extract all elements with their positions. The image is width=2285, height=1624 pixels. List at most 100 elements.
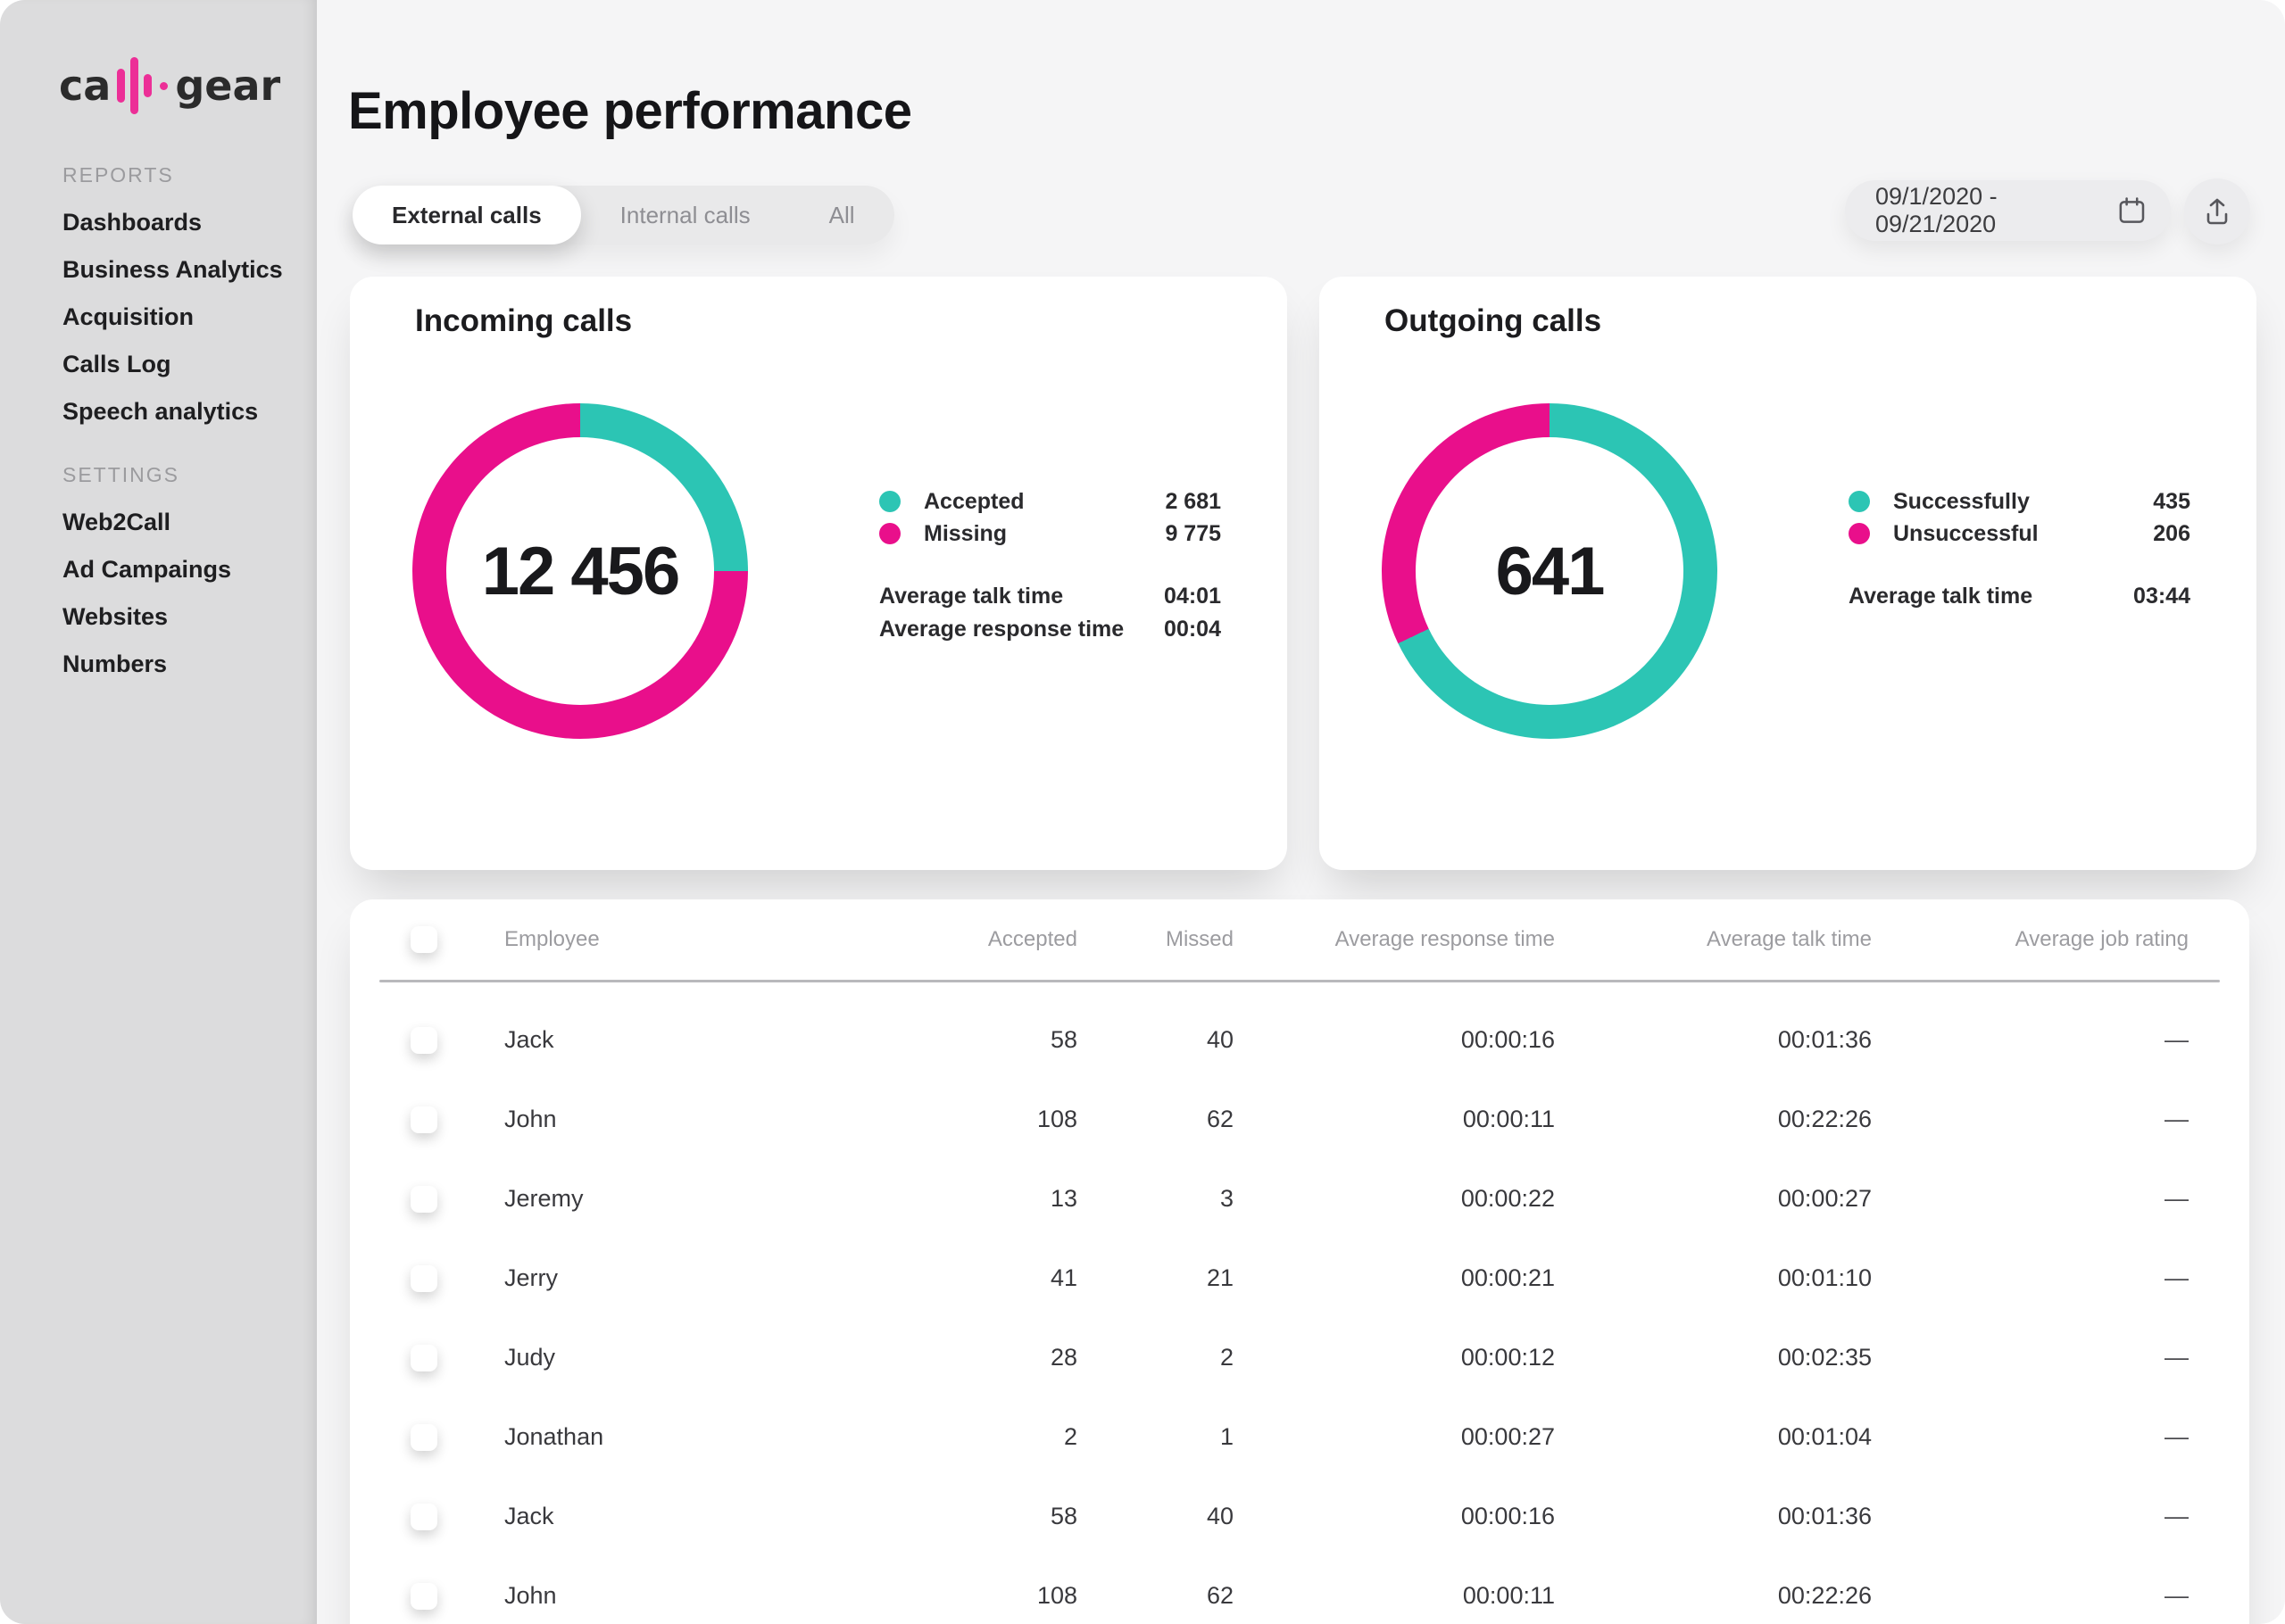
column-header-missed: Missed <box>1077 927 1234 952</box>
table-row: Jerry412100:00:2100:01:10— <box>350 1239 2249 1318</box>
cell-employee: Jack <box>504 1026 935 1054</box>
cell-avg-response-time: 00:00:16 <box>1234 1503 1555 1530</box>
metric-label: Average talk time <box>1849 584 2032 609</box>
row-checkbox[interactable] <box>411 1583 437 1610</box>
sidebar-item-dashboards[interactable]: Dashboards <box>62 199 295 246</box>
nav-section-reports: REPORTSDashboardsBusiness AnalyticsAcqui… <box>62 152 295 435</box>
cell-missed: 62 <box>1077 1106 1234 1133</box>
row-checkbox[interactable] <box>411 1265 437 1292</box>
cell-avg-response-time: 00:00:12 <box>1234 1344 1555 1371</box>
legend-dot-icon <box>1849 491 1870 512</box>
cell-avg-job-rating: — <box>1872 1264 2189 1292</box>
cell-avg-talk-time: 00:00:27 <box>1555 1185 1872 1213</box>
table-row: John1086200:00:1100:22:26— <box>350 1556 2249 1624</box>
date-range-text: 09/1/2020 - 09/21/2020 <box>1875 183 2116 238</box>
select-all-checkbox[interactable] <box>411 926 437 953</box>
row-checkbox-cell <box>411 1265 504 1292</box>
row-checkbox[interactable] <box>411 1504 437 1530</box>
chart-legend: Accepted2 681Missing9 775 <box>879 485 1221 550</box>
row-checkbox-cell <box>411 1424 504 1451</box>
legend-label: Missing <box>924 521 1007 547</box>
sidebar-item-websites[interactable]: Websites <box>62 593 295 641</box>
cell-avg-talk-time: 00:01:36 <box>1555 1503 1872 1530</box>
tab-bar: External callsInternal callsAll <box>353 186 894 244</box>
tab-internal-calls[interactable]: Internal calls <box>581 186 790 244</box>
row-checkbox-cell <box>411 1106 504 1133</box>
metric-average-talk-time: Average talk time03:44 <box>1849 580 2190 613</box>
cell-employee: John <box>504 1106 935 1133</box>
column-header-average-talk-time: Average talk time <box>1555 927 1872 952</box>
employee-table-card: EmployeeAcceptedMissedAverage response t… <box>350 899 2249 1624</box>
metric-average-response-time: Average response time00:04 <box>879 613 1221 646</box>
legend-dot-icon <box>879 523 901 544</box>
legend-value: 206 <box>2153 521 2190 547</box>
row-checkbox[interactable] <box>411 1186 437 1213</box>
metric-average-talk-time: Average talk time04:01 <box>879 580 1221 613</box>
cell-missed: 1 <box>1077 1423 1234 1451</box>
cell-avg-job-rating: — <box>1872 1106 2189 1133</box>
cell-accepted: 108 <box>935 1106 1077 1133</box>
incoming-calls-card: Incoming calls 12 456 Accepted2 681Missi… <box>350 277 1287 870</box>
sidebar-item-speech-analytics[interactable]: Speech analytics <box>62 388 295 435</box>
row-checkbox[interactable] <box>411 1106 437 1133</box>
chart-legend: Successfully435Unsuccessful206 <box>1849 485 2190 550</box>
donut-total: 641 <box>1496 533 1604 610</box>
cell-accepted: 58 <box>935 1503 1077 1530</box>
logo-text-ca: ca <box>59 62 111 110</box>
cell-accepted: 58 <box>935 1026 1077 1054</box>
sidebar-item-web2call[interactable]: Web2Call <box>62 499 295 546</box>
date-range-picker[interactable]: 09/1/2020 - 09/21/2020 <box>1845 180 2171 241</box>
cell-accepted: 108 <box>935 1582 1077 1610</box>
cell-avg-response-time: 00:00:11 <box>1234 1106 1555 1133</box>
legend-row-unsuccessful: Unsuccessful206 <box>1849 518 2190 550</box>
cell-employee: John <box>504 1582 935 1610</box>
sidebar-item-ad-campaings[interactable]: Ad Campaings <box>62 546 295 593</box>
cell-avg-talk-time: 00:01:04 <box>1555 1423 1872 1451</box>
table-row: Jeremy13300:00:2200:00:27— <box>350 1159 2249 1239</box>
sidebar: ca gear REPORTSDashboardsBusiness Analyt… <box>0 0 317 1624</box>
logo-soundwave-icon <box>117 57 152 114</box>
cell-missed: 40 <box>1077 1503 1234 1530</box>
cell-employee: Jerry <box>504 1264 935 1292</box>
cell-avg-response-time: 00:00:16 <box>1234 1026 1555 1054</box>
outgoing-calls-donut-chart: 641 <box>1382 403 1717 739</box>
table-row: Jack584000:00:1600:01:36— <box>350 1477 2249 1556</box>
row-checkbox[interactable] <box>411 1424 437 1451</box>
row-checkbox[interactable] <box>411 1345 437 1371</box>
cell-missed: 2 <box>1077 1344 1234 1371</box>
cell-avg-job-rating: — <box>1872 1582 2189 1610</box>
cell-employee: Judy <box>504 1344 935 1371</box>
logo-text-gear: gear <box>175 62 280 110</box>
legend-row-accepted: Accepted2 681 <box>879 485 1221 518</box>
table-row: John1086200:00:1100:22:26— <box>350 1080 2249 1159</box>
legend-dot-icon <box>1849 523 1870 544</box>
cell-avg-talk-time: 00:01:10 <box>1555 1264 1872 1292</box>
cell-avg-response-time: 00:00:11 <box>1234 1582 1555 1610</box>
column-header-average-response-time: Average response time <box>1234 927 1555 952</box>
legend-label: Successfully <box>1893 489 2030 515</box>
chart-metrics: Average talk time03:44 <box>1849 580 2190 613</box>
tab-all[interactable]: All <box>790 186 894 244</box>
outgoing-calls-card: Outgoing calls 641 Successfully435Unsucc… <box>1319 277 2256 870</box>
tab-external-calls[interactable]: External calls <box>353 186 581 244</box>
app-window: ca gear REPORTSDashboardsBusiness Analyt… <box>0 0 2285 1624</box>
table-body: Jack584000:00:1600:01:36—John1086200:00:… <box>350 982 2249 1624</box>
sidebar-item-calls-log[interactable]: Calls Log <box>62 341 295 388</box>
cell-avg-response-time: 00:00:22 <box>1234 1185 1555 1213</box>
sidebar-item-numbers[interactable]: Numbers <box>62 641 295 688</box>
export-button[interactable] <box>2184 178 2250 244</box>
donut-total: 12 456 <box>482 533 678 610</box>
row-checkbox[interactable] <box>411 1027 437 1054</box>
cell-accepted: 2 <box>935 1423 1077 1451</box>
row-checkbox-cell <box>411 1186 504 1213</box>
nav-section-label: SETTINGS <box>62 452 295 499</box>
table-row: Jonathan2100:00:2700:01:04— <box>350 1397 2249 1477</box>
callgear-logo[interactable]: ca gear <box>59 57 280 114</box>
sidebar-item-business-analytics[interactable]: Business Analytics <box>62 246 295 294</box>
table-row: Jack584000:00:1600:01:36— <box>350 1000 2249 1080</box>
cell-avg-talk-time: 00:02:35 <box>1555 1344 1872 1371</box>
row-checkbox-cell <box>411 1504 504 1530</box>
sidebar-item-acquisition[interactable]: Acquisition <box>62 294 295 341</box>
metric-value: 04:01 <box>1164 584 1221 609</box>
legend-value: 2 681 <box>1165 489 1221 515</box>
